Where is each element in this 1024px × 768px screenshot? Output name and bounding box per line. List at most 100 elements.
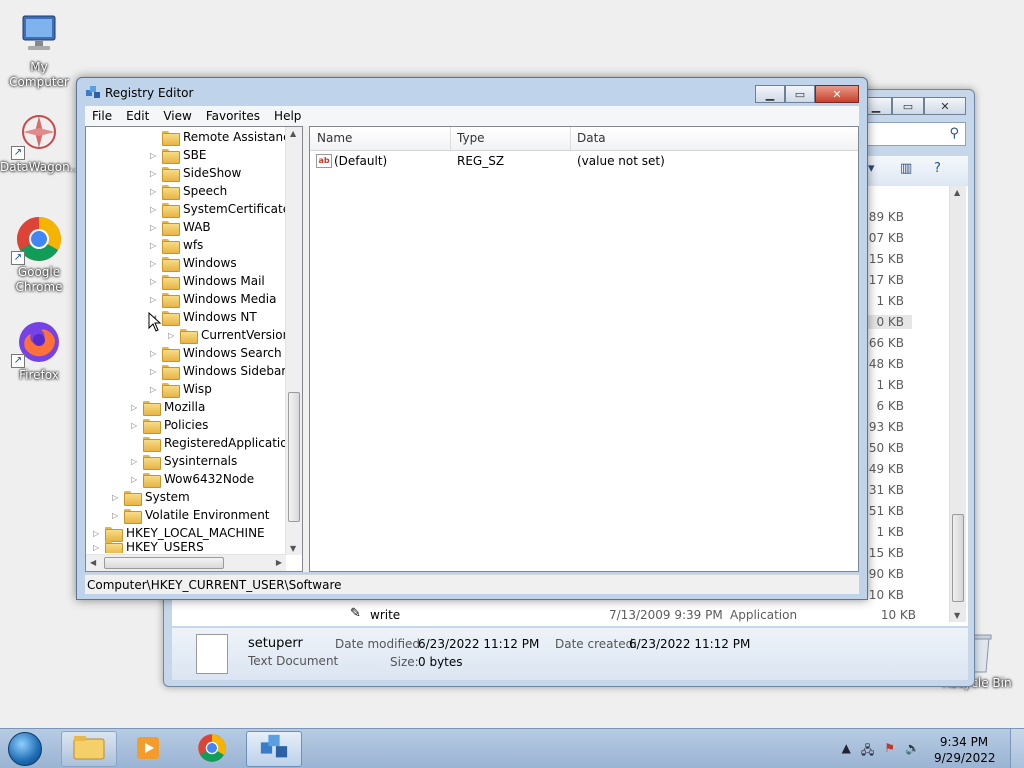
expander-icon[interactable]: ▷ [150, 349, 160, 358]
menu-favorites[interactable]: Favorites [199, 109, 267, 123]
values-list[interactable]: Name Type Data ab (Default) REG_SZ (valu… [309, 126, 859, 572]
maximize-button[interactable]: ▭ [785, 85, 815, 103]
scroll-down-arrow-icon[interactable]: ▼ [954, 611, 960, 620]
clock-date: 9/29/2022 [934, 751, 996, 765]
expander-icon[interactable]: ▷ [93, 529, 103, 538]
scroll-up-arrow-icon[interactable]: ▲ [290, 129, 296, 138]
expander-icon[interactable]: ▷ [168, 331, 178, 340]
table-row[interactable]: ✎ write 7/13/2009 9:39 PM Application 10… [172, 604, 952, 626]
scroll-down-arrow-icon[interactable]: ▼ [290, 544, 296, 553]
show-desktop-button[interactable] [1010, 729, 1024, 768]
column-separator[interactable] [450, 127, 451, 151]
expander-icon[interactable]: ▷ [131, 475, 141, 484]
tree-vertical-scrollbar[interactable]: ▲ ▼ [285, 127, 302, 555]
expander-icon[interactable]: ▷ [150, 151, 160, 160]
expander-icon[interactable]: ▷ [150, 367, 160, 376]
tree-item[interactable]: ▷ Windows Sidebar [150, 362, 286, 380]
tree-item[interactable]: RegisteredApplications [131, 434, 301, 452]
tree-item[interactable]: ▷ Windows Search [150, 344, 282, 362]
tree-item[interactable]: ▷ HKEY_USERS [93, 541, 204, 553]
expander-icon[interactable]: ▷ [112, 511, 122, 520]
close-button[interactable]: ✕ [815, 85, 859, 103]
search-input[interactable]: ⚲ [864, 122, 966, 146]
expander-icon[interactable]: ▷ [112, 493, 122, 502]
registry-editor-window[interactable]: Registry Editor ▁ ▭ ✕ File Edit View Fav… [76, 77, 868, 600]
column-header-name[interactable]: Name [317, 131, 352, 145]
desktop-icon-firefox[interactable]: ↗ Firefox [0, 318, 78, 383]
menu-edit[interactable]: Edit [119, 109, 156, 123]
help-icon[interactable]: ? [934, 161, 941, 176]
tree-item[interactable]: ▷ Wow6432Node [131, 470, 254, 488]
show-hidden-icons-icon[interactable]: ▲ [842, 741, 851, 762]
network-icon[interactable]: 🖧 [861, 741, 874, 762]
tree-item[interactable]: ▷ SystemCertificates [150, 200, 296, 218]
expander-icon[interactable]: ▷ [93, 543, 103, 552]
expander-icon[interactable]: ▷ [150, 241, 160, 250]
taskbar-regedit-button[interactable] [246, 731, 302, 767]
scroll-right-arrow-icon[interactable]: ▶ [276, 558, 282, 567]
column-header-type[interactable]: Type [457, 131, 485, 145]
tree-item-windows-nt[interactable]: ◢Windows NT [150, 308, 257, 326]
scrollbar-thumb[interactable] [952, 514, 964, 602]
preview-pane-icon[interactable]: ▥ [900, 161, 912, 176]
taskbar-media-player-button[interactable] [120, 731, 176, 767]
document-icon [196, 634, 228, 674]
tree-item[interactable]: ▷ HKEY_LOCAL_MACHINE [93, 524, 265, 542]
chevron-down-icon[interactable]: ▾ [868, 161, 875, 176]
tree-item[interactable]: ▷ Mozilla [131, 398, 205, 416]
expander-icon[interactable]: ▷ [150, 277, 160, 286]
tree-item[interactable]: Remote Assistance [150, 128, 297, 146]
desktop-icon-my-computer[interactable]: My Computer [0, 10, 78, 90]
tree-item[interactable]: ▷ SBE [150, 146, 206, 164]
start-button[interactable] [4, 731, 48, 767]
scroll-left-arrow-icon[interactable]: ◀ [90, 558, 96, 567]
clock[interactable]: 9:34 PM 9/29/2022 [934, 734, 996, 766]
tree-item[interactable]: ▷ Policies [131, 416, 208, 434]
column-header-data[interactable]: Data [577, 131, 606, 145]
minimize-button[interactable]: ▁ [755, 85, 785, 103]
volume-icon[interactable]: 🔊 [905, 741, 920, 762]
tree-item[interactable]: ▷ WAB [150, 218, 211, 236]
expander-icon[interactable]: ▷ [150, 259, 160, 268]
expander-icon[interactable]: ▷ [131, 421, 141, 430]
tree-item[interactable]: ▷ SideShow [150, 164, 241, 182]
tree-item[interactable]: ▷ Wisp [150, 380, 212, 398]
expander-icon[interactable]: ▷ [150, 295, 160, 304]
scrollbar-thumb[interactable] [288, 392, 300, 522]
tree-item[interactable]: ▷ Volatile Environment [112, 506, 270, 524]
maximize-button[interactable]: ▭ [892, 97, 924, 115]
tree-item[interactable]: ▷ Windows Mail [150, 272, 265, 290]
expander-icon[interactable]: ▷ [131, 403, 141, 412]
tree-item[interactable]: ▷ wfs [150, 236, 203, 254]
title-bar[interactable]: Registry Editor ▁ ▭ ✕ [77, 78, 867, 108]
menu-file[interactable]: File [85, 109, 119, 123]
menu-help[interactable]: Help [267, 109, 308, 123]
expander-icon[interactable]: ▷ [131, 457, 141, 466]
scrollbar-thumb[interactable] [104, 557, 224, 569]
menu-view[interactable]: View [156, 109, 198, 123]
expander-icon[interactable]: ▷ [150, 205, 160, 214]
status-path: Computer\HKEY_CURRENT_USER\Software [87, 578, 342, 592]
tree-item[interactable]: ▷ CurrentVersion [168, 326, 290, 344]
tree-item[interactable]: ▷ Speech [150, 182, 227, 200]
expander-icon[interactable]: ▷ [150, 385, 160, 394]
tree-item[interactable]: ▷ System [112, 488, 190, 506]
taskbar-chrome-button[interactable] [184, 731, 240, 767]
tree-horizontal-scrollbar[interactable]: ◀ ▶ [86, 554, 286, 571]
file-list-scrollbar[interactable]: ▲ ▼ [949, 186, 966, 622]
column-separator[interactable] [570, 127, 571, 151]
tree-item[interactable]: ▷ Windows [150, 254, 237, 272]
tree-item[interactable]: ▷ Windows Media [150, 290, 276, 308]
desktop-icon-datawagon[interactable]: ↗ DataWagon... [0, 110, 81, 175]
tree-item[interactable]: ▷ Sysinternals [131, 452, 237, 470]
expander-icon[interactable]: ▷ [150, 223, 160, 232]
expander-icon[interactable]: ▷ [150, 187, 160, 196]
desktop-icon-google-chrome[interactable]: ↗ Google Chrome [0, 215, 78, 295]
registry-tree[interactable]: Remote Assistance ▷ SBE ▷ SideShow ▷ Speech… [85, 126, 303, 572]
action-center-icon[interactable]: ⚑ [884, 741, 895, 762]
expander-icon[interactable]: ▷ [150, 169, 160, 178]
close-button[interactable]: ✕ [924, 97, 966, 115]
scroll-up-arrow-icon[interactable]: ▲ [954, 188, 960, 197]
taskbar-explorer-button[interactable] [61, 731, 117, 767]
value-row[interactable]: ab (Default) REG_SZ (value not set) [314, 153, 858, 171]
